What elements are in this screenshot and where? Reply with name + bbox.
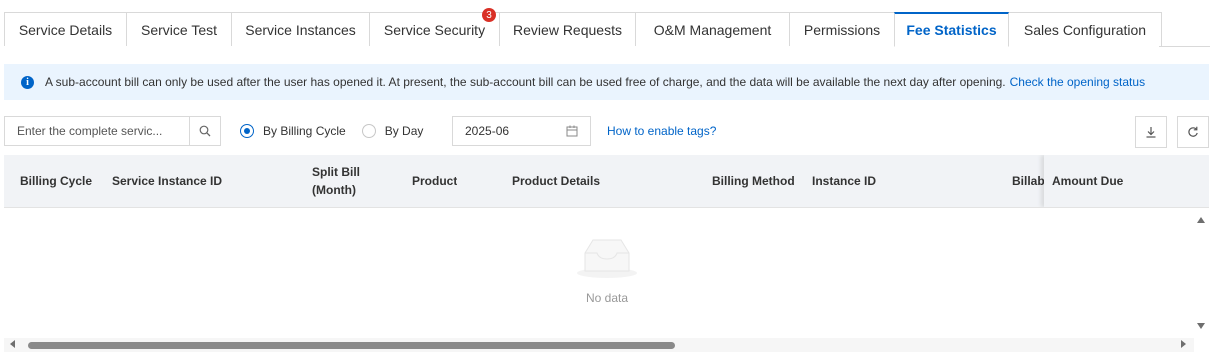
tab-sales-configuration[interactable]: Sales Configuration [1008, 12, 1162, 46]
month-picker[interactable]: 2025-06 [452, 116, 591, 146]
search-field [4, 116, 221, 146]
column-header-split-bill[interactable]: Split Bill (Month) [312, 155, 360, 207]
refresh-icon [1188, 126, 1198, 137]
tab-fee-statistics[interactable]: Fee Statistics [894, 12, 1009, 47]
tab-divider [1159, 46, 1210, 47]
column-header-line: (Month) [312, 183, 356, 197]
scroll-up-icon [1197, 217, 1205, 329]
tab-label: Permissions [803, 21, 881, 38]
search-button[interactable] [189, 117, 220, 145]
empty-box-icon [577, 239, 637, 278]
scroll-left-icon[interactable] [10, 340, 15, 348]
tab-review-requests[interactable]: Review Requests [499, 12, 636, 46]
search-icon [199, 125, 211, 137]
radio-by-billing-cycle[interactable]: By Billing Cycle [240, 124, 346, 138]
calendar-icon [566, 125, 578, 137]
tab-service-security[interactable]: Service Security 3 [369, 8, 500, 46]
check-opening-status-link[interactable]: Check the opening status [1010, 75, 1145, 89]
info-icon: i [21, 75, 34, 89]
radio-label: By Day [384, 124, 424, 138]
tab-label: Sales Configuration [1023, 21, 1147, 38]
tab-label: Service Test [141, 21, 217, 38]
empty-state [0, 235, 1214, 284]
column-header-billing-cycle[interactable]: Billing Cycle [20, 155, 92, 207]
tab-label: Service Security [383, 21, 486, 38]
refresh-button[interactable] [1177, 116, 1209, 148]
scrollbar-thumb[interactable] [28, 342, 675, 349]
column-header-instance-id[interactable]: Instance ID [812, 155, 876, 207]
radio-label: By Billing Cycle [263, 124, 346, 138]
tab-service-instances[interactable]: Service Instances [231, 12, 370, 46]
radio-indicator [361, 124, 376, 138]
info-notice: i A sub-account bill can only be used af… [4, 64, 1209, 100]
column-header-line: Split Bill [312, 165, 360, 179]
tab-service-details[interactable]: Service Details [4, 12, 127, 46]
download-button[interactable] [1135, 116, 1167, 148]
tab-label: O&M Management [653, 21, 772, 38]
scroll-right-icon[interactable] [1181, 340, 1186, 348]
column-header-product[interactable]: Product [412, 155, 457, 207]
download-icon [1146, 127, 1156, 138]
search-input[interactable] [5, 117, 189, 145]
horizontal-scrollbar[interactable] [4, 338, 1194, 352]
tab-service-test[interactable]: Service Test [126, 12, 232, 46]
notification-badge: 3 [482, 8, 496, 22]
fixed-column-header: Amount Due [1044, 155, 1209, 207]
tab-label: Fee Statistics [906, 22, 997, 38]
tab-label: Service Instances [245, 21, 356, 38]
column-header-service-instance-id[interactable]: Service Instance ID [112, 155, 222, 207]
tab-om-management[interactable]: O&M Management [635, 12, 790, 46]
column-header-billable[interactable]: Billable [1012, 155, 1044, 207]
column-header-amount-due[interactable]: Amount Due [1052, 155, 1123, 207]
column-header-product-details[interactable]: Product Details [512, 155, 600, 207]
billing-mode-radio-group: By Billing Cycle By Day [240, 116, 439, 146]
empty-state-text: No data [585, 291, 629, 305]
tab-label: Service Details [18, 21, 113, 38]
tab-bar: Service Details Service Test Service Ins… [4, 8, 1162, 47]
radio-indicator [240, 124, 254, 138]
month-value: 2025-06 [465, 124, 510, 138]
column-header-billing-method[interactable]: Billing Method [712, 155, 795, 207]
table-header: Billing Cycle Service Instance ID Split … [4, 155, 1209, 208]
notice-text: A sub-account bill can only be used afte… [45, 75, 1006, 89]
tab-label: Review Requests [513, 21, 622, 38]
enable-tags-link[interactable]: How to enable tags? [607, 124, 716, 138]
vertical-scrollbar[interactable] [1194, 208, 1208, 335]
tab-permissions[interactable]: Permissions [789, 12, 895, 46]
radio-by-day[interactable]: By Day [361, 124, 424, 138]
